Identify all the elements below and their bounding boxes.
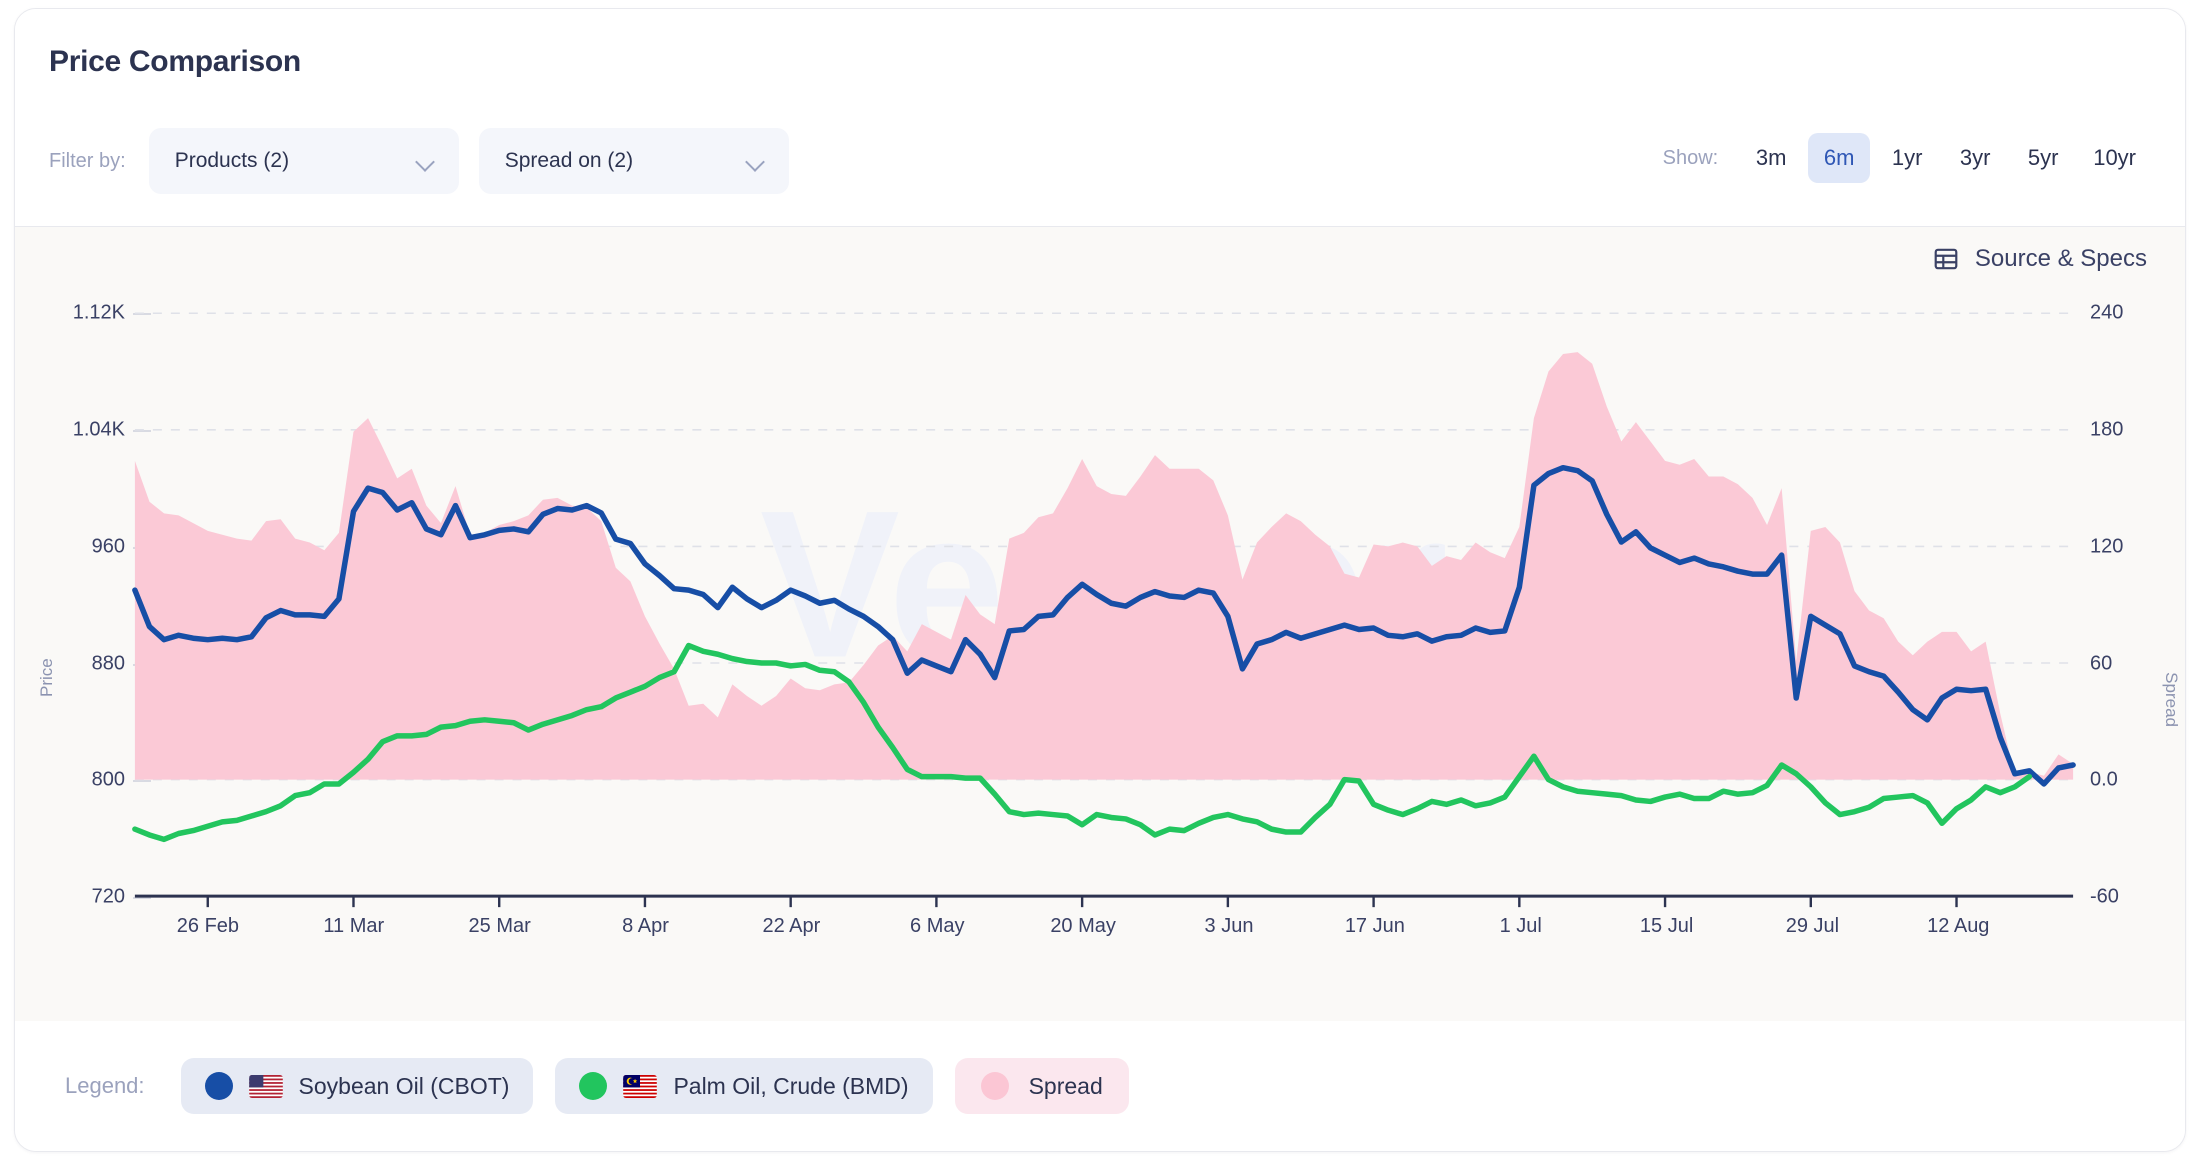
range-button-3yr[interactable]: 3yr (1944, 133, 2006, 183)
us-flag-icon (248, 1074, 283, 1098)
range-button-6m[interactable]: 6m (1808, 133, 1871, 183)
my-flag-icon (623, 1074, 658, 1098)
range-button-10yr[interactable]: 10yr (2080, 133, 2149, 183)
filter-by-label: Filter by: (49, 149, 126, 172)
series-color-dot (579, 1072, 608, 1100)
legend-item-label: Spread (1028, 1072, 1103, 1099)
legend-label: Legend: (65, 1073, 145, 1098)
series-color-dot (204, 1072, 233, 1100)
range-button-3m[interactable]: 3m (1740, 133, 1802, 183)
chevron-down-icon (416, 155, 436, 167)
range-button-5yr[interactable]: 5yr (2012, 133, 2074, 183)
spread-on-dropdown[interactable]: Spread on (2) (478, 128, 789, 194)
card-header: Price Comparison Filter by: Products (2)… (15, 9, 2185, 227)
legend-item-label: Soybean Oil (CBOT) (298, 1072, 510, 1099)
price-comparison-card: Price Comparison Filter by: Products (2)… (14, 8, 2186, 1152)
legend-item-spread[interactable]: Spread (954, 1058, 1129, 1114)
page-title: Price Comparison (49, 45, 301, 78)
legend-bar: Legend: Soybean Oil (CBOT) Palm Oil, Cru… (15, 1021, 2185, 1151)
legend-item-soybean-oil[interactable]: Soybean Oil (CBOT) (180, 1058, 534, 1114)
chart-area: Source & Specs Price Spread 720 800 880 960… (15, 227, 2185, 1022)
legend-item-label: Palm Oil, Crude (BMD) (673, 1072, 909, 1099)
products-dropdown[interactable]: Products (2) (148, 128, 459, 194)
filter-row: Filter by: Products (2) Spread on (2) (49, 128, 789, 194)
price-comparison-plot[interactable]: Vesper (15, 227, 2185, 1021)
products-dropdown-label: Products (2) (174, 149, 290, 172)
time-range-selector: Show: 3m 6m 1yr 3yr 5yr 10yr (1663, 133, 2149, 183)
show-label: Show: (1662, 146, 1719, 169)
series-color-dot (980, 1072, 1009, 1100)
range-button-1yr[interactable]: 1yr (1876, 133, 1938, 183)
chevron-down-icon (746, 155, 766, 167)
spread-on-dropdown-label: Spread on (2) (504, 149, 634, 172)
legend-item-palm-oil[interactable]: Palm Oil, Crude (BMD) (555, 1058, 933, 1114)
